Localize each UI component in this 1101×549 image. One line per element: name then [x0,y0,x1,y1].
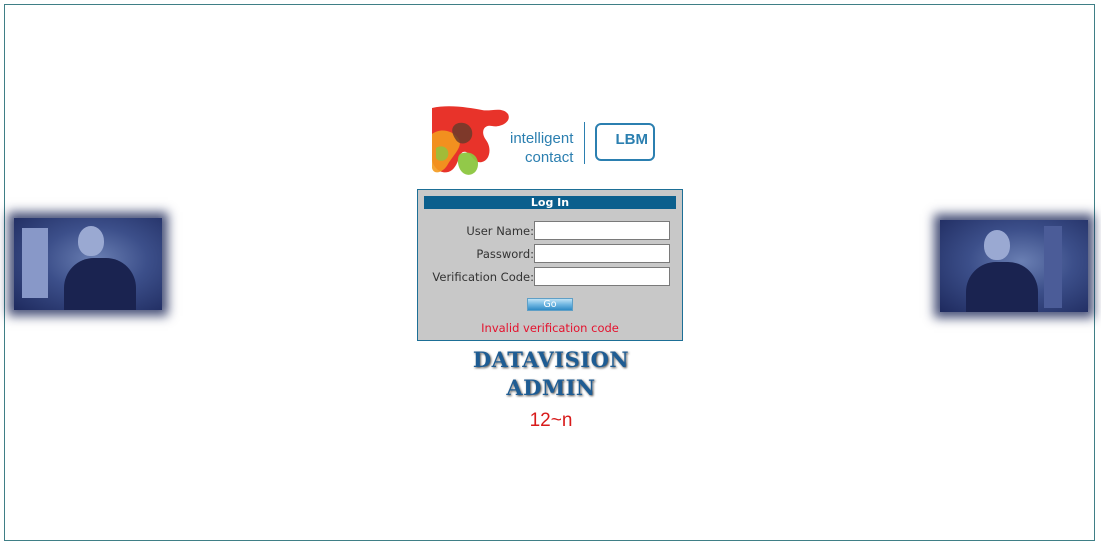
app-title-line2: ADMIN [506,375,596,400]
captcha-text: 12~n [529,410,573,431]
logo-mark-icon [432,106,509,175]
verification-label: Verification Code: [432,270,534,284]
username-row: User Name: [418,221,684,241]
username-label: User Name: [466,224,534,238]
company-logo: intelligent contact LBM [430,104,662,180]
man-on-phone-photo [940,220,1088,312]
verification-code-input[interactable] [534,267,670,286]
photo-figure-head [78,226,104,256]
password-row: Password: [418,244,684,264]
go-button[interactable]: Go [527,298,573,311]
photo-figure-body [64,258,136,310]
photo-figure-body [966,262,1038,312]
logo-text-contact: contact [525,149,574,166]
photo-figure-head [984,230,1010,260]
login-header: Log In [424,196,676,209]
app-title: DATAVISION ADMIN [420,346,682,402]
password-label: Password: [476,247,534,261]
login-panel: Log In User Name: Password: Verification… [417,189,683,341]
photo-background-shape [1044,226,1062,308]
woman-at-desk-photo [14,218,162,310]
password-input[interactable] [534,244,670,263]
logo-divider [584,122,585,164]
photo-background-shape [22,228,48,298]
app-title-line1: DATAVISION [472,347,630,372]
logo-lbm-badge: LBM [595,123,655,161]
verification-row: Verification Code: [418,267,684,287]
username-input[interactable] [534,221,670,240]
error-message: Invalid verification code [481,321,619,335]
logo-text-intelligent: intelligent [510,130,574,147]
